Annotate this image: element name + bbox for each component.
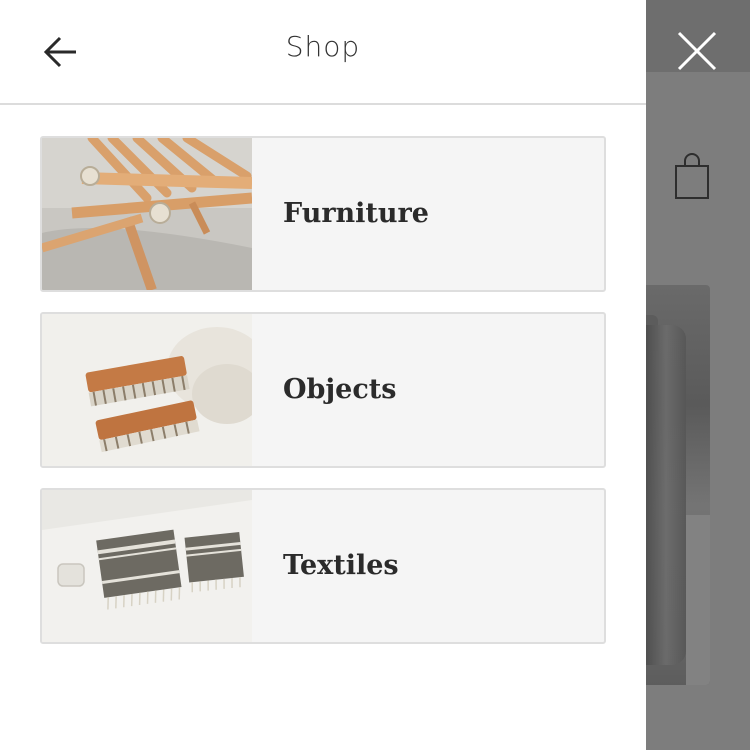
objects-image <box>42 314 252 466</box>
category-label: Textiles <box>283 550 399 581</box>
category-textiles[interactable]: Textiles <box>40 488 606 644</box>
category-list: Furniture Objects Textiles <box>40 136 606 664</box>
category-furniture[interactable]: Furniture <box>40 136 606 292</box>
backdrop-overlay[interactable] <box>646 0 750 750</box>
background-product-photo <box>646 285 710 685</box>
close-icon[interactable] <box>676 30 718 72</box>
shopping-bag-icon <box>675 153 709 199</box>
drawer-title: Shop <box>285 30 361 63</box>
category-label: Objects <box>283 374 397 405</box>
category-objects[interactable]: Objects <box>40 312 606 468</box>
shop-drawer: Shop Furniture Objects Textiles <box>0 0 646 750</box>
category-label: Furniture <box>283 198 429 229</box>
textiles-image <box>42 490 252 642</box>
drawer-header: Shop <box>0 0 646 105</box>
furniture-image <box>42 138 252 290</box>
